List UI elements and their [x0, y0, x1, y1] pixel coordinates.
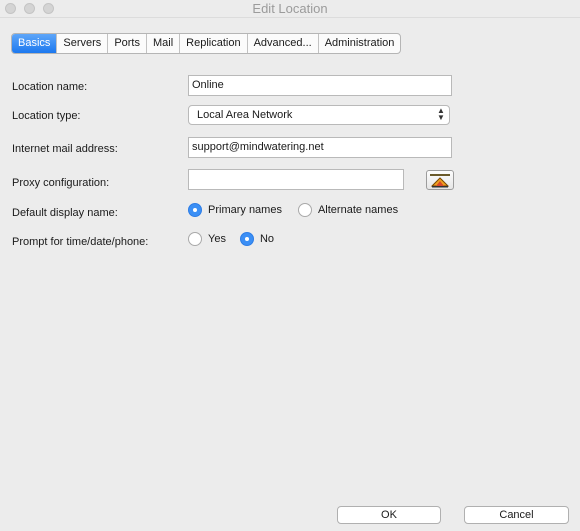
tab-mail[interactable]: Mail — [147, 34, 181, 53]
proxy-settings-button[interactable] — [426, 170, 454, 190]
tab-servers[interactable]: Servers — [57, 34, 109, 53]
proxy-settings-icon — [430, 174, 450, 188]
title-bar: Edit Location — [0, 0, 580, 18]
location-name-input[interactable]: Online — [188, 75, 452, 96]
prompt-no-label: No — [259, 233, 275, 245]
select-arrows-icon: ▲ ▼ — [437, 106, 445, 122]
cancel-button[interactable]: Cancel — [464, 506, 569, 524]
location-type-label: Location type: — [12, 110, 81, 122]
window-title: Edit Location — [252, 1, 328, 16]
prompt-time-date-phone-label: Prompt for time/date/phone: — [12, 236, 149, 248]
display-name-radio-group: Primary names Alternate names — [188, 203, 398, 217]
ok-button[interactable]: OK — [337, 506, 441, 524]
tab-replication[interactable]: Replication — [180, 34, 248, 53]
location-type-value: Local Area Network — [197, 109, 293, 121]
location-name-label: Location name: — [12, 81, 88, 93]
alternate-names-radio[interactable] — [297, 203, 312, 217]
primary-names-label: Primary names — [208, 204, 282, 216]
prompt-yes-radio[interactable] — [188, 232, 202, 246]
tab-ports[interactable]: Ports — [108, 34, 147, 53]
default-display-name-label: Default display name: — [12, 207, 118, 219]
tab-administration[interactable]: Administration — [319, 34, 401, 53]
prompt-no-radio[interactable] — [239, 232, 254, 246]
internet-mail-label: Internet mail address: — [12, 143, 118, 155]
location-type-select[interactable]: Local Area Network ▲ ▼ — [188, 105, 450, 125]
tab-basics[interactable]: Basics — [12, 34, 58, 53]
proxy-configuration-label: Proxy configuration: — [12, 177, 110, 189]
prompt-radio-group: Yes No — [188, 232, 274, 246]
tab-bar: Basics Servers Ports Mail Replication Ad… — [11, 33, 402, 54]
prompt-yes-label: Yes — [208, 233, 226, 245]
internet-mail-input[interactable]: support@mindwatering.net — [188, 137, 452, 158]
tab-advanced[interactable]: Advanced... — [248, 34, 319, 53]
primary-names-radio[interactable] — [188, 203, 202, 217]
alternate-names-label: Alternate names — [317, 204, 399, 216]
proxy-configuration-input[interactable] — [188, 169, 404, 190]
